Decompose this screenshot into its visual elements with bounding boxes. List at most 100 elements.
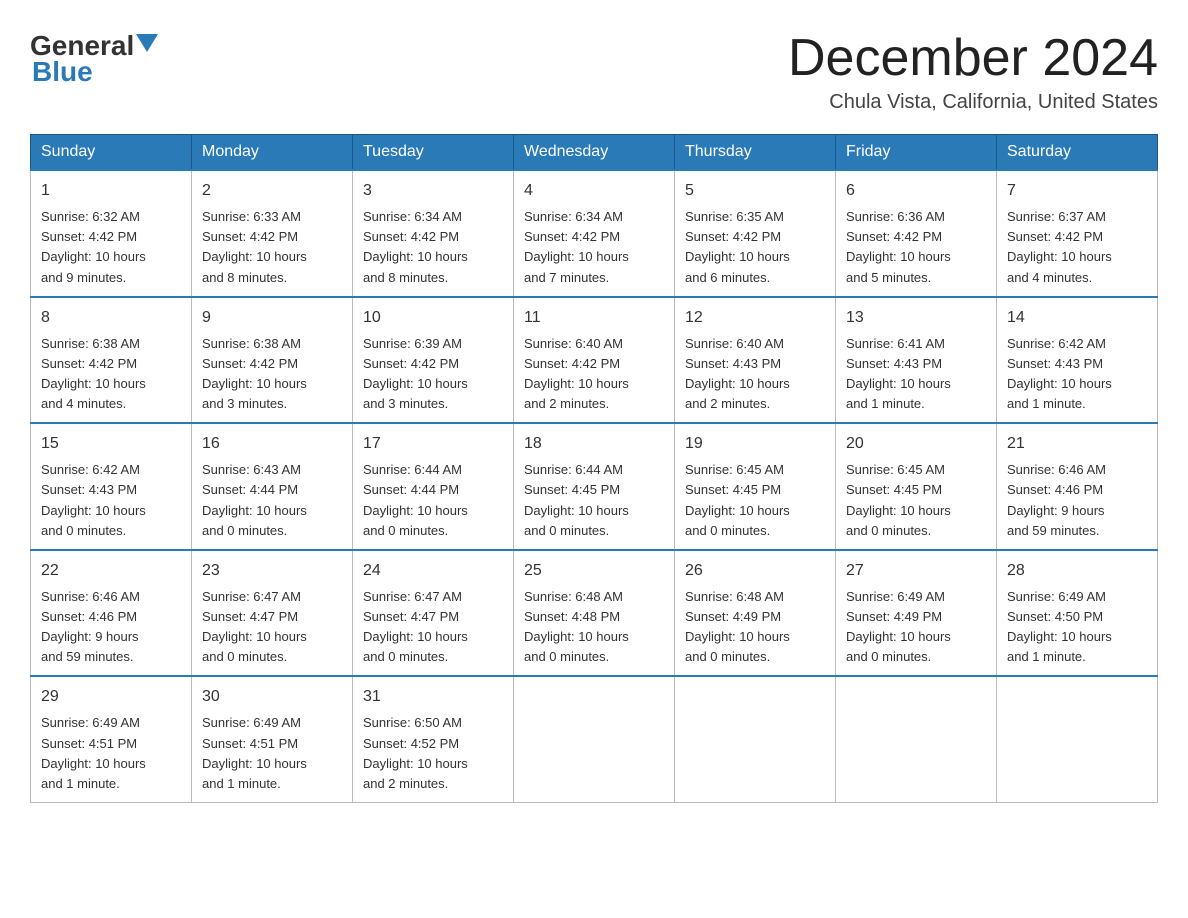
calendar-week-row: 22 Sunrise: 6:46 AMSunset: 4:46 PMDaylig… <box>31 550 1158 677</box>
calendar-day-cell: 26 Sunrise: 6:48 AMSunset: 4:49 PMDaylig… <box>675 550 836 677</box>
day-number: 15 <box>41 432 181 456</box>
calendar-day-cell: 4 Sunrise: 6:34 AMSunset: 4:42 PMDayligh… <box>514 170 675 297</box>
calendar-day-cell: 2 Sunrise: 6:33 AMSunset: 4:42 PMDayligh… <box>192 170 353 297</box>
calendar-week-row: 1 Sunrise: 6:32 AMSunset: 4:42 PMDayligh… <box>31 170 1158 297</box>
day-info: Sunrise: 6:41 AMSunset: 4:43 PMDaylight:… <box>846 334 986 415</box>
location-text: Chula Vista, California, United States <box>788 91 1158 114</box>
calendar-day-cell <box>997 676 1158 802</box>
calendar-day-cell: 19 Sunrise: 6:45 AMSunset: 4:45 PMDaylig… <box>675 423 836 550</box>
header-friday: Friday <box>836 135 997 171</box>
day-info: Sunrise: 6:40 AMSunset: 4:43 PMDaylight:… <box>685 334 825 415</box>
calendar-day-cell: 24 Sunrise: 6:47 AMSunset: 4:47 PMDaylig… <box>353 550 514 677</box>
header-wednesday: Wednesday <box>514 135 675 171</box>
day-number: 25 <box>524 559 664 583</box>
day-info: Sunrise: 6:34 AMSunset: 4:42 PMDaylight:… <box>363 207 503 288</box>
logo: General Blue <box>30 30 158 88</box>
calendar-day-cell: 15 Sunrise: 6:42 AMSunset: 4:43 PMDaylig… <box>31 423 192 550</box>
day-info: Sunrise: 6:45 AMSunset: 4:45 PMDaylight:… <box>846 460 986 541</box>
calendar-day-cell: 5 Sunrise: 6:35 AMSunset: 4:42 PMDayligh… <box>675 170 836 297</box>
day-info: Sunrise: 6:46 AMSunset: 4:46 PMDaylight:… <box>1007 460 1147 541</box>
day-number: 5 <box>685 179 825 203</box>
day-info: Sunrise: 6:46 AMSunset: 4:46 PMDaylight:… <box>41 587 181 668</box>
calendar-day-cell: 12 Sunrise: 6:40 AMSunset: 4:43 PMDaylig… <box>675 297 836 424</box>
calendar-day-cell <box>675 676 836 802</box>
day-number: 28 <box>1007 559 1147 583</box>
title-block: December 2024 Chula Vista, California, U… <box>788 30 1158 114</box>
day-number: 2 <box>202 179 342 203</box>
calendar-day-cell: 7 Sunrise: 6:37 AMSunset: 4:42 PMDayligh… <box>997 170 1158 297</box>
calendar-week-row: 29 Sunrise: 6:49 AMSunset: 4:51 PMDaylig… <box>31 676 1158 802</box>
calendar-day-cell: 29 Sunrise: 6:49 AMSunset: 4:51 PMDaylig… <box>31 676 192 802</box>
calendar-day-cell: 14 Sunrise: 6:42 AMSunset: 4:43 PMDaylig… <box>997 297 1158 424</box>
header-tuesday: Tuesday <box>353 135 514 171</box>
day-info: Sunrise: 6:32 AMSunset: 4:42 PMDaylight:… <box>41 207 181 288</box>
calendar-table: Sunday Monday Tuesday Wednesday Thursday… <box>30 134 1158 803</box>
day-info: Sunrise: 6:36 AMSunset: 4:42 PMDaylight:… <box>846 207 986 288</box>
day-info: Sunrise: 6:49 AMSunset: 4:50 PMDaylight:… <box>1007 587 1147 668</box>
calendar-day-cell: 16 Sunrise: 6:43 AMSunset: 4:44 PMDaylig… <box>192 423 353 550</box>
calendar-day-cell: 6 Sunrise: 6:36 AMSunset: 4:42 PMDayligh… <box>836 170 997 297</box>
day-info: Sunrise: 6:43 AMSunset: 4:44 PMDaylight:… <box>202 460 342 541</box>
day-info: Sunrise: 6:49 AMSunset: 4:51 PMDaylight:… <box>41 713 181 794</box>
logo-triangle-icon <box>136 34 158 52</box>
calendar-day-cell: 21 Sunrise: 6:46 AMSunset: 4:46 PMDaylig… <box>997 423 1158 550</box>
day-number: 14 <box>1007 306 1147 330</box>
calendar-day-cell: 28 Sunrise: 6:49 AMSunset: 4:50 PMDaylig… <box>997 550 1158 677</box>
calendar-day-cell <box>836 676 997 802</box>
header-monday: Monday <box>192 135 353 171</box>
calendar-day-cell: 13 Sunrise: 6:41 AMSunset: 4:43 PMDaylig… <box>836 297 997 424</box>
day-number: 12 <box>685 306 825 330</box>
day-info: Sunrise: 6:47 AMSunset: 4:47 PMDaylight:… <box>202 587 342 668</box>
day-info: Sunrise: 6:35 AMSunset: 4:42 PMDaylight:… <box>685 207 825 288</box>
calendar-day-cell: 3 Sunrise: 6:34 AMSunset: 4:42 PMDayligh… <box>353 170 514 297</box>
day-number: 24 <box>363 559 503 583</box>
calendar-day-cell: 17 Sunrise: 6:44 AMSunset: 4:44 PMDaylig… <box>353 423 514 550</box>
calendar-day-cell: 10 Sunrise: 6:39 AMSunset: 4:42 PMDaylig… <box>353 297 514 424</box>
day-number: 17 <box>363 432 503 456</box>
day-number: 30 <box>202 685 342 709</box>
weekday-header-row: Sunday Monday Tuesday Wednesday Thursday… <box>31 135 1158 171</box>
day-info: Sunrise: 6:45 AMSunset: 4:45 PMDaylight:… <box>685 460 825 541</box>
day-number: 10 <box>363 306 503 330</box>
calendar-day-cell: 22 Sunrise: 6:46 AMSunset: 4:46 PMDaylig… <box>31 550 192 677</box>
calendar-week-row: 15 Sunrise: 6:42 AMSunset: 4:43 PMDaylig… <box>31 423 1158 550</box>
day-info: Sunrise: 6:40 AMSunset: 4:42 PMDaylight:… <box>524 334 664 415</box>
header-saturday: Saturday <box>997 135 1158 171</box>
calendar-day-cell: 20 Sunrise: 6:45 AMSunset: 4:45 PMDaylig… <box>836 423 997 550</box>
calendar-day-cell: 8 Sunrise: 6:38 AMSunset: 4:42 PMDayligh… <box>31 297 192 424</box>
day-number: 1 <box>41 179 181 203</box>
day-number: 27 <box>846 559 986 583</box>
calendar-day-cell: 18 Sunrise: 6:44 AMSunset: 4:45 PMDaylig… <box>514 423 675 550</box>
day-info: Sunrise: 6:44 AMSunset: 4:44 PMDaylight:… <box>363 460 503 541</box>
day-info: Sunrise: 6:37 AMSunset: 4:42 PMDaylight:… <box>1007 207 1147 288</box>
calendar-day-cell: 23 Sunrise: 6:47 AMSunset: 4:47 PMDaylig… <box>192 550 353 677</box>
day-info: Sunrise: 6:33 AMSunset: 4:42 PMDaylight:… <box>202 207 342 288</box>
header-thursday: Thursday <box>675 135 836 171</box>
day-info: Sunrise: 6:49 AMSunset: 4:51 PMDaylight:… <box>202 713 342 794</box>
day-info: Sunrise: 6:38 AMSunset: 4:42 PMDaylight:… <box>202 334 342 415</box>
day-number: 8 <box>41 306 181 330</box>
day-number: 9 <box>202 306 342 330</box>
month-title: December 2024 <box>788 30 1158 87</box>
day-number: 4 <box>524 179 664 203</box>
logo-text-blue: Blue <box>32 56 93 88</box>
calendar-day-cell: 11 Sunrise: 6:40 AMSunset: 4:42 PMDaylig… <box>514 297 675 424</box>
day-info: Sunrise: 6:47 AMSunset: 4:47 PMDaylight:… <box>363 587 503 668</box>
calendar-day-cell: 31 Sunrise: 6:50 AMSunset: 4:52 PMDaylig… <box>353 676 514 802</box>
day-number: 19 <box>685 432 825 456</box>
day-number: 18 <box>524 432 664 456</box>
day-number: 3 <box>363 179 503 203</box>
day-number: 29 <box>41 685 181 709</box>
day-number: 22 <box>41 559 181 583</box>
calendar-day-cell: 25 Sunrise: 6:48 AMSunset: 4:48 PMDaylig… <box>514 550 675 677</box>
day-number: 7 <box>1007 179 1147 203</box>
header-sunday: Sunday <box>31 135 192 171</box>
calendar-day-cell: 9 Sunrise: 6:38 AMSunset: 4:42 PMDayligh… <box>192 297 353 424</box>
day-number: 23 <box>202 559 342 583</box>
day-info: Sunrise: 6:42 AMSunset: 4:43 PMDaylight:… <box>41 460 181 541</box>
day-number: 16 <box>202 432 342 456</box>
calendar-day-cell: 27 Sunrise: 6:49 AMSunset: 4:49 PMDaylig… <box>836 550 997 677</box>
day-info: Sunrise: 6:39 AMSunset: 4:42 PMDaylight:… <box>363 334 503 415</box>
day-number: 21 <box>1007 432 1147 456</box>
page-header: General Blue December 2024 Chula Vista, … <box>30 30 1158 114</box>
